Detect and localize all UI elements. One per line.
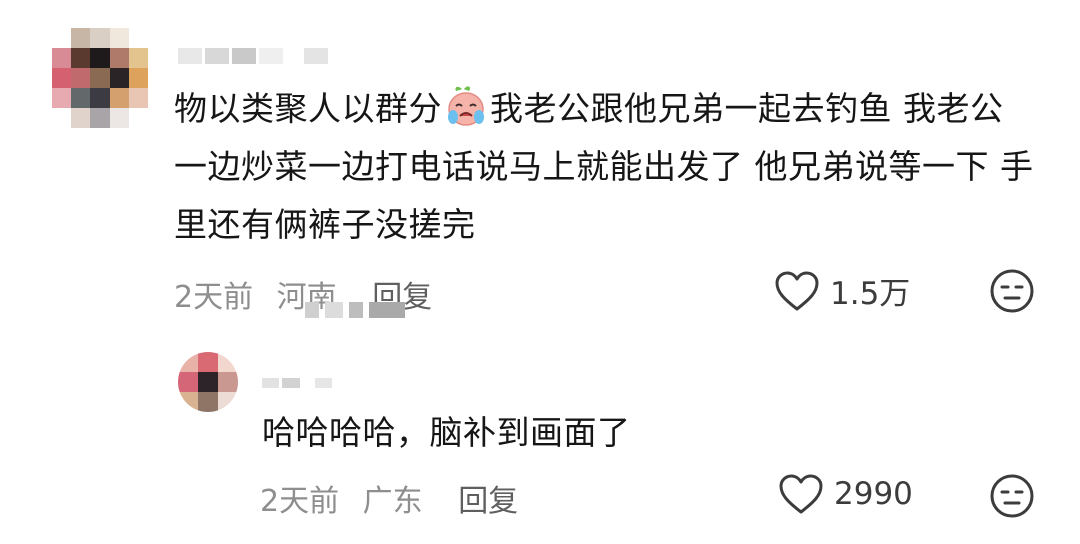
- reply-text: 哈哈哈哈，脑补到画面了: [262, 413, 631, 452]
- mosaic-overlay: [305, 302, 415, 318]
- like-count: 1.5万: [830, 276, 911, 312]
- crying-face-icon: [448, 86, 484, 126]
- comment-text: 物以类聚人以群分 我老公跟他兄弟一起去钓鱼 我老公一边炒菜一边打电话说马上就能出发…: [174, 80, 1034, 254]
- username-blurred[interactable]: [178, 48, 329, 64]
- dislike-icon[interactable]: [989, 268, 1035, 314]
- heart-icon: [775, 271, 819, 310]
- reply-dislike-icon[interactable]: [989, 473, 1035, 519]
- reply-like-button[interactable]: 2990: [778, 473, 913, 515]
- heart-icon: [779, 474, 823, 514]
- reply-reply-button[interactable]: 回复: [458, 484, 518, 519]
- comment-time: 2天前: [174, 280, 254, 315]
- reply-username-blurred[interactable]: [262, 378, 332, 388]
- reply-time: 2天前: [260, 484, 340, 519]
- reply-avatar[interactable]: [178, 352, 238, 412]
- reply-meta: 2天前 广东 回复: [260, 476, 532, 520]
- commenter-avatar[interactable]: [52, 28, 148, 128]
- reply-like-count: 2990: [834, 476, 913, 512]
- like-button[interactable]: 1.5万: [774, 268, 910, 313]
- reply-location: 广东: [362, 484, 423, 519]
